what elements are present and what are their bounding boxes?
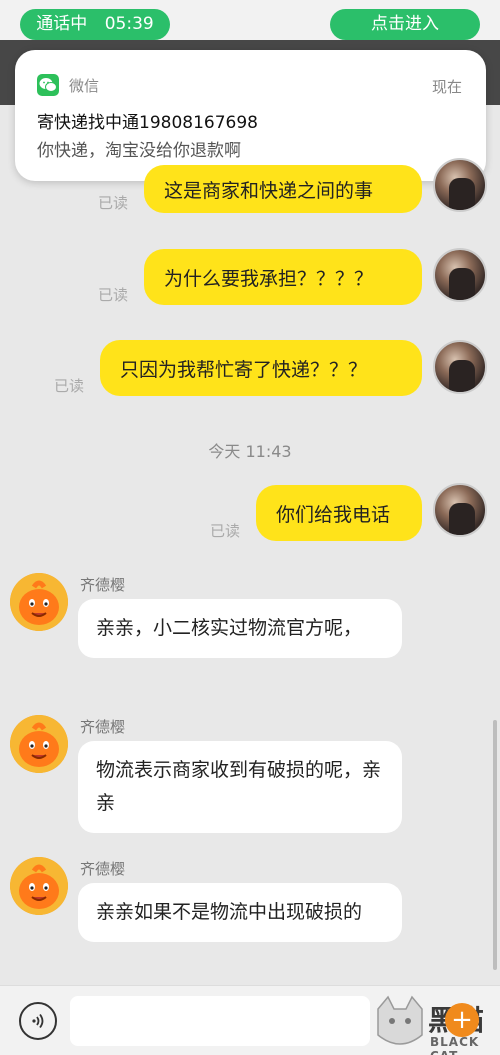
avatar[interactable] (433, 340, 487, 394)
notification-time: 现在 (431, 78, 462, 96)
message-text: 亲亲如果不是物流中出现破损的 (96, 901, 363, 923)
read-receipt: 已读 (210, 522, 241, 540)
message-text: 物流表示商家收到有破损的呢，亲亲 (96, 759, 382, 814)
avatar[interactable] (433, 158, 487, 212)
avatar[interactable] (433, 483, 487, 537)
voice-input-button[interactable] (19, 1002, 57, 1040)
notification-app-row: 微信 (37, 74, 99, 96)
message-text: 亲亲，小二核实过物流官方呢， (96, 617, 363, 639)
message-text: 你们给我电话 (276, 503, 391, 526)
add-button[interactable]: + (445, 1003, 479, 1037)
outgoing-message[interactable]: 这是商家和快递之间的事 (144, 165, 422, 213)
chat-timestamp: 今天 11:43 (208, 442, 292, 461)
ongoing-call-pill[interactable]: 通话中 05:39 (20, 9, 170, 40)
read-receipt: 已读 (54, 377, 85, 395)
sender-name: 齐德樱 (80, 718, 126, 736)
read-receipt: 已读 (98, 286, 129, 304)
sender-name: 齐德樱 (80, 860, 126, 878)
sender-name: 齐德樱 (80, 576, 126, 594)
avatar[interactable] (433, 248, 487, 302)
chat-area[interactable]: 这是商家和快递之间的事 已读 为什么要我承担？？？？ 已读 只因为我帮忙寄了快递… (0, 105, 500, 985)
read-receipt: 已读 (98, 194, 129, 212)
incoming-message[interactable]: 亲亲，小二核实过物流官方呢， (78, 599, 402, 658)
notification-app-name: 微信 (69, 76, 100, 95)
outgoing-message[interactable]: 只因为我帮忙寄了快递？？？ (100, 340, 422, 396)
call-label: 通话中 (36, 14, 88, 34)
chat-scrollbar[interactable] (493, 720, 497, 970)
message-text: 这是商家和快递之间的事 (164, 179, 374, 202)
watermark-text: BLACK CAT (430, 1035, 480, 1055)
wechat-icon (37, 74, 59, 96)
outgoing-message[interactable]: 为什么要我承担？？？？ (144, 249, 422, 305)
call-timer: 05:39 (104, 14, 154, 34)
taobao-mascot-avatar[interactable] (10, 573, 68, 631)
message-text: 只因为我帮忙寄了快递？？？ (120, 358, 368, 381)
incoming-message[interactable]: 亲亲如果不是物流中出现破损的 (78, 883, 402, 942)
outgoing-message[interactable]: 你们给我电话 (256, 485, 422, 541)
voice-icon (32, 1013, 44, 1029)
black-cat-watermark: 黑猫 BLACK CAT (370, 995, 500, 1055)
enter-call-button[interactable]: 点击进入 (330, 9, 480, 40)
incoming-message[interactable]: 物流表示商家收到有破损的呢，亲亲 (78, 741, 402, 833)
taobao-mascot-avatar[interactable] (10, 857, 68, 915)
taobao-mascot-avatar[interactable] (10, 715, 68, 773)
message-input[interactable] (70, 996, 370, 1046)
message-text: 为什么要我承担？？？？ (164, 267, 374, 290)
